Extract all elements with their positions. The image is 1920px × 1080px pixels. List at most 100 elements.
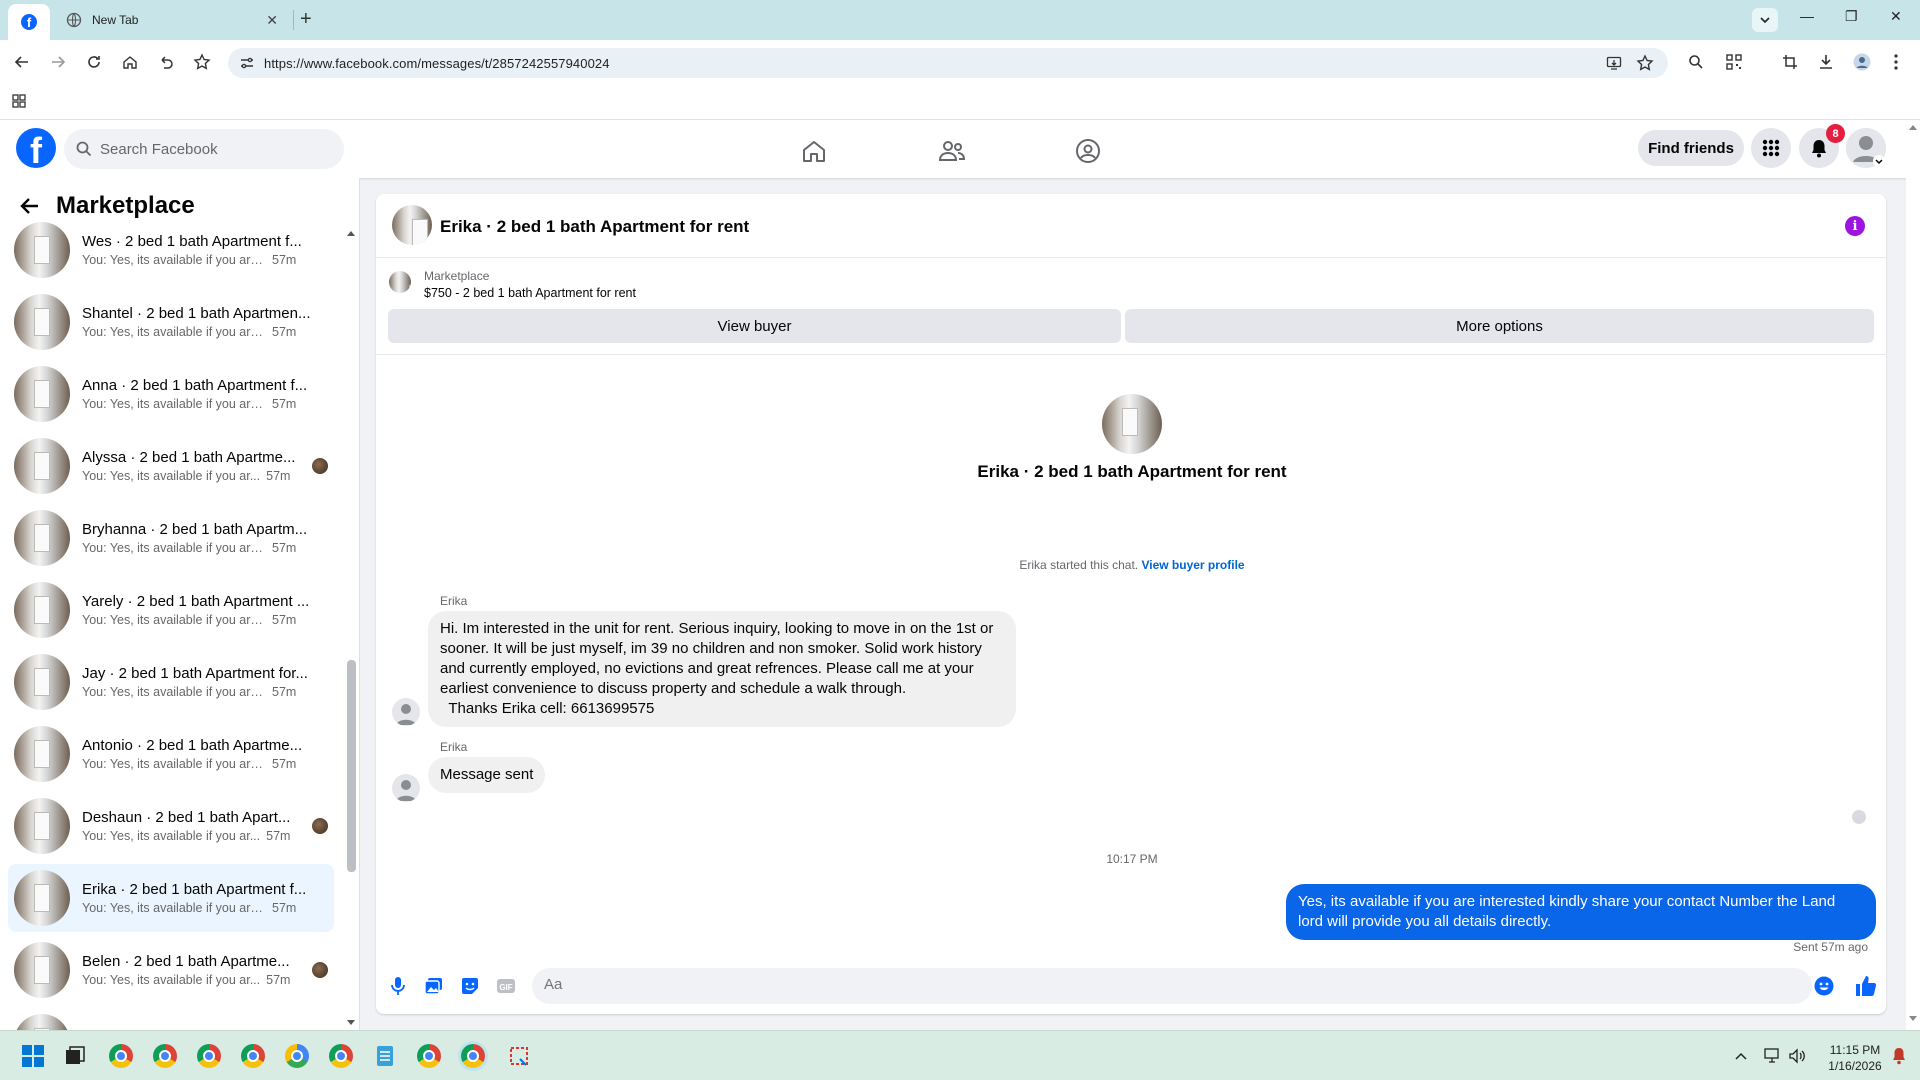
browser-menu-icon[interactable] xyxy=(1886,52,1906,72)
scroll-up-icon[interactable] xyxy=(347,230,355,236)
bookmark-page-star-icon[interactable] xyxy=(1636,54,1654,72)
chrome-active-taskbar-icon[interactable] xyxy=(460,1043,486,1069)
center-listing-avatar xyxy=(1102,394,1162,454)
zoom-search-icon[interactable] xyxy=(1686,52,1706,72)
address-bar[interactable]: https://www.facebook.com/messages/t/2857… xyxy=(228,48,1668,78)
minimize-icon[interactable]: — xyxy=(1800,8,1814,24)
close-window-icon[interactable]: ✕ xyxy=(1890,8,1902,25)
install-app-icon[interactable] xyxy=(1606,55,1622,71)
account-avatar[interactable] xyxy=(1846,128,1886,168)
conversation-item[interactable]: Erika · 2 bed 1 bath Apartment f... You: … xyxy=(8,864,334,932)
conversation-item[interactable]: Anna · 2 bed 1 bath Apartment f... You: Y… xyxy=(8,360,334,428)
reload-icon[interactable] xyxy=(84,52,104,72)
emoji-icon[interactable] xyxy=(1814,976,1834,996)
chrome-taskbar-icon[interactable] xyxy=(152,1043,178,1069)
chat-title[interactable]: Erika · 2 bed 1 bath Apartment for rent xyxy=(440,217,749,237)
seen-indicator-avatar xyxy=(1852,810,1866,824)
conversation-item[interactable]: Alyssa · 2 bed 1 bath Apartme... You: Yes… xyxy=(8,432,334,500)
tab-search-chevron-icon[interactable] xyxy=(1752,8,1778,32)
qr-code-icon[interactable] xyxy=(1724,52,1744,72)
page-scroll-up-icon[interactable] xyxy=(1909,124,1917,130)
chat-listing-avatar[interactable] xyxy=(392,205,432,245)
conversation-time: 57m xyxy=(272,397,297,411)
message-composer[interactable] xyxy=(532,968,1812,1004)
clock-date: 1/16/2026 xyxy=(1828,1059,1882,1073)
profile-icon[interactable] xyxy=(1852,52,1872,72)
conversation-item[interactable]: Jay · 2 bed 1 bath Apartment for... You: … xyxy=(8,648,334,716)
facebook-search-input[interactable]: Search Facebook xyxy=(64,129,344,169)
conversation-item[interactable]: Belen · 2 bed 1 bath Apartme... You: Yes,… xyxy=(8,936,334,1004)
undo-icon[interactable] xyxy=(156,52,176,72)
page-scrollbar[interactable] xyxy=(1906,120,1920,1030)
menu-grid-icon[interactable] xyxy=(1751,128,1791,168)
show-hidden-icons-chevron-icon[interactable] xyxy=(1728,1043,1754,1069)
listing-price-title[interactable]: $750 - 2 bed 1 bath Apartment for rent xyxy=(424,286,636,300)
conversation-title: Antonio · 2 bed 1 bath Apartme... xyxy=(82,737,303,754)
gif-icon[interactable]: GIF xyxy=(496,976,516,996)
microphone-icon[interactable] xyxy=(388,976,408,996)
home-icon[interactable] xyxy=(120,52,140,72)
page-scroll-down-icon[interactable] xyxy=(1909,1016,1917,1022)
message-sender: Erika xyxy=(440,740,468,754)
new-tab-plus-icon[interactable]: + xyxy=(300,8,312,31)
info-icon[interactable]: i xyxy=(1845,216,1865,236)
friends-nav-icon[interactable] xyxy=(938,137,966,165)
task-view-icon[interactable] xyxy=(62,1043,88,1069)
sidebar-scrollbar[interactable] xyxy=(346,230,356,1026)
conversation-item[interactable]: Wes · 2 bed 1 bath Apartment f... You: Ye… xyxy=(8,216,334,284)
more-options-button[interactable]: More options xyxy=(1125,309,1874,343)
conversation-preview: You: Yes, its available if you are in... xyxy=(82,325,266,339)
facebook-tab[interactable]: f xyxy=(8,4,50,40)
volume-icon[interactable] xyxy=(1784,1043,1810,1069)
conversation-item[interactable]: Deshaun · 2 bed 1 bath Apart... You: Yes,… xyxy=(8,792,334,860)
new-tab[interactable]: New Tab ✕ xyxy=(56,6,288,34)
restore-icon[interactable]: ❐ xyxy=(1845,8,1858,25)
center-listing-title: Erika · 2 bed 1 bath Apartment for rent xyxy=(977,462,1287,481)
windows-start-icon[interactable] xyxy=(20,1043,46,1069)
apps-grid-icon[interactable] xyxy=(12,94,26,108)
conversation-title: Belen · 2 bed 1 bath Apartme... xyxy=(82,953,290,970)
chrome-taskbar-icon[interactable] xyxy=(284,1043,310,1069)
chrome-taskbar-icon[interactable] xyxy=(240,1043,266,1069)
scroll-down-icon[interactable] xyxy=(347,1020,355,1026)
photo-icon[interactable] xyxy=(424,976,444,996)
bookmark-star-icon[interactable] xyxy=(192,52,212,72)
conversation-item[interactable]: Antonio · 2 bed 1 bath Apartme... You: Ye… xyxy=(8,720,334,788)
screenshot-crop-icon[interactable] xyxy=(1780,52,1800,72)
chrome-taskbar-icon[interactable] xyxy=(196,1043,222,1069)
sender-avatar[interactable] xyxy=(392,698,420,726)
conversation-item[interactable]: Bryhanna · 2 bed 1 bath Apartm... You: Ye… xyxy=(8,504,334,572)
chrome-taskbar-icon[interactable] xyxy=(416,1043,442,1069)
incoming-message-bubble[interactable]: Hi. Im interested in the unit for rent. … xyxy=(428,611,1016,727)
snipping-tool-icon[interactable] xyxy=(506,1043,532,1069)
site-settings-icon[interactable] xyxy=(240,56,254,70)
clock[interactable]: 11:15 PM 1/16/2026 xyxy=(1820,1042,1890,1074)
conversation-title: Deshaun · 2 bed 1 bath Apart... xyxy=(82,809,291,826)
sidebar-scroll-thumb[interactable] xyxy=(347,660,356,872)
conversation-preview: You: Yes, its available if you ar... xyxy=(82,469,261,483)
thumbs-up-like-icon[interactable] xyxy=(1854,974,1878,998)
sticker-icon[interactable] xyxy=(460,976,480,996)
conversation-item[interactable]: Shantel · 2 bed 1 bath Apartmen... You: Y… xyxy=(8,288,334,356)
sender-avatar[interactable] xyxy=(392,774,420,802)
forward-icon[interactable] xyxy=(48,52,68,72)
outgoing-message-bubble[interactable]: Yes, its available if you are interested… xyxy=(1286,884,1876,940)
find-friends-button[interactable]: Find friends xyxy=(1638,130,1744,166)
conversation-item[interactable]: Yarely · 2 bed 1 bath Apartment ... You: … xyxy=(8,576,334,644)
view-buyer-profile-link[interactable]: View buyer profile xyxy=(1141,558,1244,572)
incoming-message-bubble[interactable]: Message sent xyxy=(428,757,546,793)
back-icon[interactable] xyxy=(12,52,32,72)
chrome-taskbar-icon[interactable] xyxy=(328,1043,354,1069)
network-icon[interactable] xyxy=(1760,1043,1786,1069)
notepad-icon[interactable] xyxy=(372,1043,398,1069)
close-tab-icon[interactable]: ✕ xyxy=(266,12,278,29)
chrome-taskbar-icon[interactable] xyxy=(108,1043,134,1069)
facebook-logo-icon[interactable]: f xyxy=(16,128,56,168)
downloads-icon[interactable] xyxy=(1816,52,1836,72)
message-input[interactable] xyxy=(544,976,1744,993)
groups-nav-icon[interactable] xyxy=(1074,137,1102,165)
back-arrow-icon[interactable] xyxy=(20,196,40,216)
view-buyer-button[interactable]: View buyer xyxy=(388,309,1121,343)
notification-bell-icon[interactable] xyxy=(1886,1043,1912,1069)
home-nav-icon[interactable] xyxy=(800,137,828,165)
